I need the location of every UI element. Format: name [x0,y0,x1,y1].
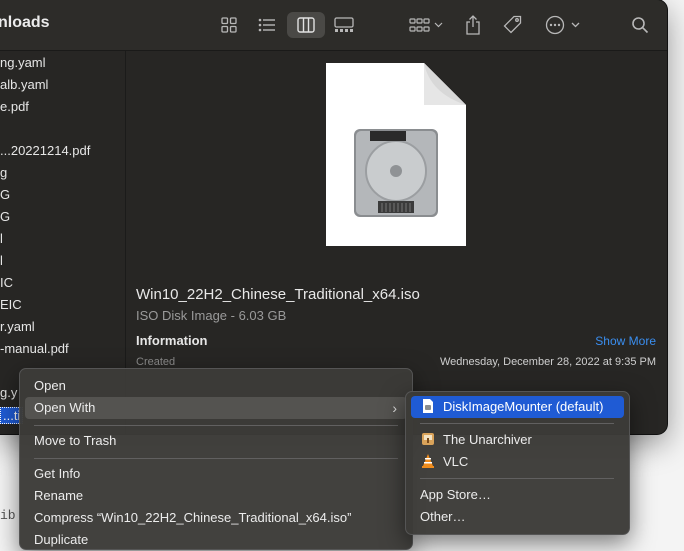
file-name: Win10_22H2_Chinese_Traditional_x64.iso [136,286,420,303]
list-item[interactable]: e.pdf [0,99,29,114]
open-with-submenu: DiskImageMounter (default) The Unarchive… [405,391,630,535]
list-view-icon[interactable] [256,12,278,38]
list-item[interactable]: IC [0,275,13,290]
created-label: Created [136,356,176,368]
more-actions-icon[interactable] [544,12,582,38]
list-item[interactable]: r.yaml [0,319,35,334]
file-type-size: ISO Disk Image - 6.03 GB [136,308,287,323]
list-item[interactable]: l [0,231,3,246]
submenu-item-unarchiver[interactable]: The Unarchiver [411,429,624,451]
list-item[interactable]: g.y [0,385,17,400]
submenu-item-label: DiskImageMounter (default) [443,399,604,414]
list-item[interactable]: EIC [0,297,22,312]
list-item[interactable]: G [0,209,10,224]
share-icon[interactable] [464,12,482,38]
toolbar: nloads [0,0,667,51]
list-item[interactable]: alb.yaml [0,77,48,92]
menu-item-open-with[interactable]: Open With › [25,397,407,419]
menu-item-label: Open With [34,400,96,415]
submenu-item-label: The Unarchiver [443,432,532,447]
menu-item-get-info[interactable]: Get Info [25,463,407,485]
submenu-item-other[interactable]: Other… [411,506,624,528]
unarchiver-icon [421,431,435,445]
context-menu: Open Open With › Move to Trash Get Info … [19,368,413,550]
submenu-item-disk-image-mounter[interactable]: DiskImageMounter (default) [411,396,624,418]
grid-view-icon[interactable] [219,12,239,38]
gallery-view-icon[interactable] [333,12,355,38]
menu-item-compress[interactable]: Compress “Win10_22H2_Chinese_Traditional… [25,507,407,529]
list-item[interactable]: G [0,187,10,202]
list-item[interactable]: ...20221214.pdf [0,143,90,158]
disk-image-mounter-icon [421,398,435,413]
menu-item-rename[interactable]: Rename [25,485,407,507]
show-more-link[interactable]: Show More [595,334,656,348]
submenu-item-app-store[interactable]: App Store… [411,484,624,506]
menu-separator [34,458,398,459]
menu-separator [34,425,398,426]
list-item[interactable]: -manual.pdf [0,341,69,356]
menu-item-move-to-trash[interactable]: Move to Trash [25,430,407,452]
submenu-item-vlc[interactable]: VLC [411,451,624,473]
vlc-cone-icon [421,453,435,468]
disk-image-file-icon [326,63,466,246]
background-text: ib [0,508,16,523]
list-item[interactable]: g [0,165,7,180]
list-item[interactable]: ng.yaml [0,55,46,70]
window-title: nloads [0,14,50,31]
tag-icon[interactable] [502,12,524,38]
submenu-item-label: VLC [443,454,469,469]
menu-separator [420,478,614,479]
menu-item-open[interactable]: Open [25,375,407,397]
information-heading: Information [136,333,208,348]
menu-separator [420,423,614,424]
chevron-right-icon: › [392,400,397,416]
column-view-icon[interactable] [287,12,325,38]
menu-item-duplicate[interactable]: Duplicate [25,529,407,551]
list-item[interactable]: l [0,253,3,268]
created-value: Wednesday, December 28, 2022 at 9:35 PM [439,356,656,368]
group-icon[interactable] [407,12,445,38]
search-icon[interactable] [630,12,650,38]
